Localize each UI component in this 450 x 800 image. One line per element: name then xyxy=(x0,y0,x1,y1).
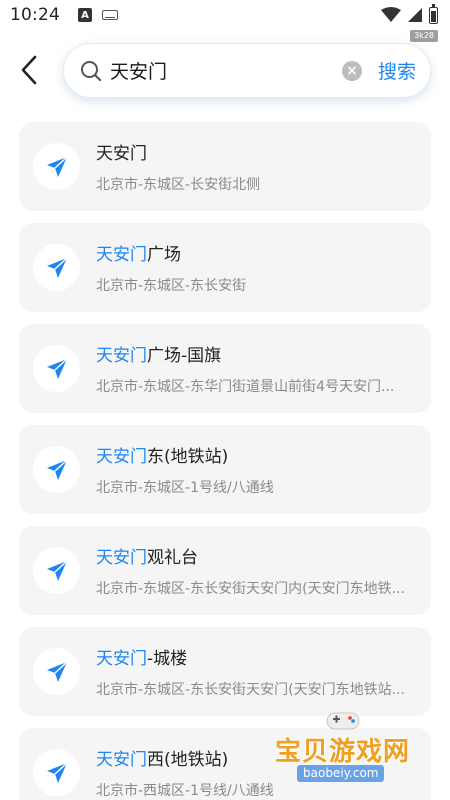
paper-plane-icon xyxy=(33,345,80,392)
highlighted-text: 天安门 xyxy=(96,750,147,770)
status-badge: 3k28 xyxy=(410,30,438,42)
list-item[interactable]: 天安门 东(地铁站) 北京市-东城区-1号线/八通线 xyxy=(19,425,431,514)
highlighted-text: 天安门 xyxy=(96,346,147,366)
list-item-title: 天安门 广场 xyxy=(96,240,431,265)
list-item-body: 天安门 广场-国旗 北京市-东城区-东华门街道景山前街4号天安门... xyxy=(96,341,431,396)
watermark-logo: 宝贝游戏网 baobeiy.com xyxy=(275,705,425,785)
list-item-title: 天安门 观礼台 xyxy=(96,543,431,568)
list-item-body: 天安门 北京市-东城区-长安街北侧 xyxy=(96,139,431,194)
list-item-title: 天安门 xyxy=(96,139,431,164)
search-icon xyxy=(80,60,102,82)
list-item-address: 北京市-东城区-东长安街天安门(天安门东地铁站... xyxy=(96,682,405,698)
list-item[interactable]: 天安门 观礼台 北京市-东城区-东长安街天安门内(天安门东地铁... xyxy=(19,526,431,615)
title-text: -城楼 xyxy=(147,649,188,669)
paper-plane-icon xyxy=(33,244,80,291)
list-item-body: 天安门 广场 北京市-东城区-东长安街 xyxy=(96,240,431,295)
clear-search-icon[interactable]: × xyxy=(341,60,362,81)
list-item[interactable]: 天安门 广场-国旗 北京市-东城区-东华门街道景山前街4号天安门... xyxy=(19,324,431,413)
results-list: 天安门 北京市-东城区-长安街北侧 天安门 广场 北京市-东城区-东长安街 天安门… xyxy=(19,122,431,800)
watermark-title: 宝贝游戏网 xyxy=(275,737,411,767)
paper-plane-icon xyxy=(33,143,80,190)
battery-icon xyxy=(429,3,438,24)
search-bar[interactable]: 天安门 × 搜索 xyxy=(63,43,431,98)
title-text: 广场 xyxy=(147,245,181,265)
list-item-address: 北京市-东城区-1号线/八通线 xyxy=(96,480,274,496)
highlighted-text: 天安门 xyxy=(96,548,147,568)
title-text: 观礼台 xyxy=(147,548,198,568)
list-item-address: 北京市-东城区-东长安街天安门内(天安门东地铁... xyxy=(96,581,405,597)
highlighted-text: 天安门 xyxy=(96,447,147,467)
status-right xyxy=(381,3,438,24)
title-text: 广场-国旗 xyxy=(147,346,222,366)
highlighted-text: 天安门 xyxy=(96,245,147,265)
title-text: 天安门 xyxy=(96,144,147,164)
status-bar: 10:24 A xyxy=(0,0,450,30)
title-text: 西(地铁站) xyxy=(147,750,229,770)
list-item[interactable]: 天安门 -城楼 北京市-东城区-东长安街天安门(天安门东地铁站... xyxy=(19,627,431,716)
title-text: 东(地铁站) xyxy=(147,447,229,467)
list-item-address: 北京市-东城区-东长安街 xyxy=(96,278,247,294)
signal-icon xyxy=(408,8,422,22)
wifi-icon xyxy=(381,7,401,22)
list-item-body: 天安门 观礼台 北京市-东城区-东长安街天安门内(天安门东地铁... xyxy=(96,543,431,598)
status-time: 10:24 xyxy=(10,5,60,25)
keyboard-icon xyxy=(102,10,118,20)
paper-plane-icon xyxy=(33,547,80,594)
list-item-body: 天安门 东(地铁站) 北京市-东城区-1号线/八通线 xyxy=(96,442,431,497)
gamepad-icon xyxy=(326,712,360,730)
paper-plane-icon xyxy=(33,446,80,493)
list-item-title: 天安门 东(地铁站) xyxy=(96,442,431,467)
search-button[interactable]: 搜索 xyxy=(378,57,416,84)
list-item-body: 天安门 -城楼 北京市-东城区-东长安街天安门(天安门东地铁站... xyxy=(96,644,431,699)
watermark-domain: baobeiy.com xyxy=(297,765,385,782)
list-item-title: 天安门 广场-国旗 xyxy=(96,341,431,366)
list-item[interactable]: 天安门 北京市-东城区-长安街北侧 xyxy=(19,122,431,211)
paper-plane-icon xyxy=(33,648,80,695)
accessibility-notification-icon: A xyxy=(78,8,92,22)
list-item-address: 北京市-东城区-东华门街道景山前街4号天安门... xyxy=(96,379,395,395)
back-button[interactable] xyxy=(12,52,46,88)
highlighted-text: 天安门 xyxy=(96,649,147,669)
list-item[interactable]: 天安门 广场 北京市-东城区-东长安街 xyxy=(19,223,431,312)
search-input[interactable]: 天安门 xyxy=(110,57,342,84)
list-item-address: 北京市-东城区-长安街北侧 xyxy=(96,177,261,193)
paper-plane-icon xyxy=(33,749,80,796)
list-item-title: 天安门 -城楼 xyxy=(96,644,431,669)
back-arrow-icon xyxy=(21,55,37,85)
